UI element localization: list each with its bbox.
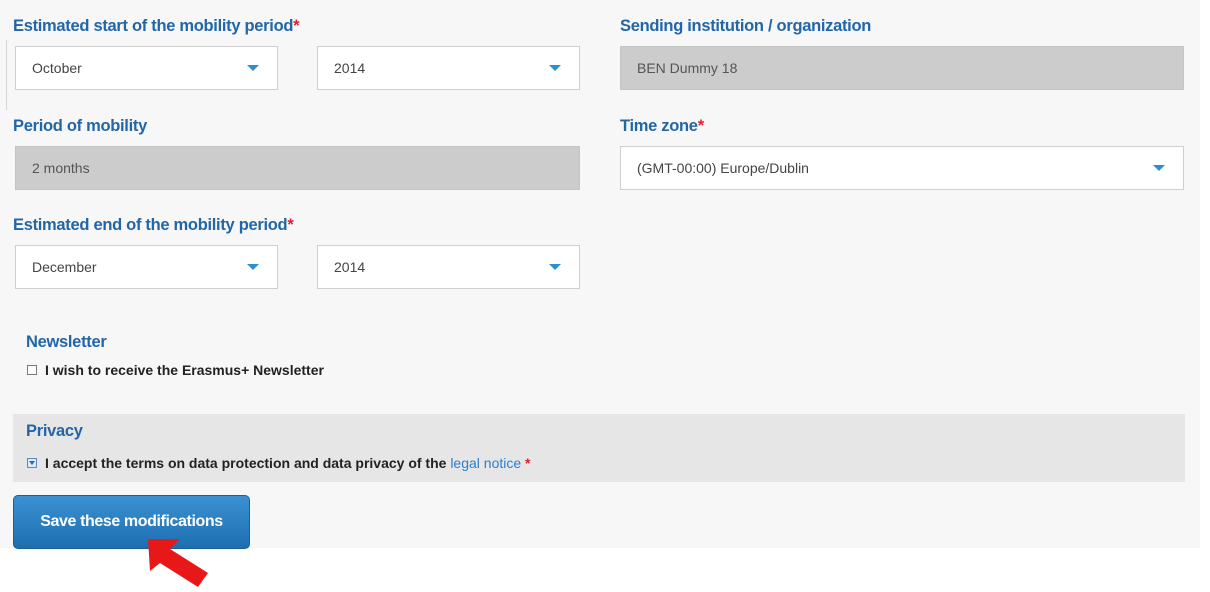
sending-institution-label: Sending institution / organization [620,17,872,35]
sending-institution-value: BEN Dummy 18 [637,60,738,76]
end-month-value: December [32,259,97,275]
required-marker: * [293,17,300,35]
period-field: 2 months [15,146,580,190]
caret-down-icon [549,264,561,270]
timezone-label: Time zone* [620,117,704,135]
newsletter-checkbox-label: I wish to receive the Erasmus+ Newslette… [45,362,324,378]
sending-institution-field: BEN Dummy 18 [620,46,1184,90]
required-marker: * [287,216,294,234]
privacy-title: Privacy [26,422,83,440]
newsletter-checkbox[interactable] [27,365,37,375]
period-label: Period of mobility [13,117,147,135]
save-button[interactable]: Save these modifications [13,495,250,549]
required-marker: * [525,455,531,471]
caret-down-icon [247,264,259,270]
privacy-checkbox[interactable] [27,458,37,468]
divider [6,40,7,110]
timezone-value: (GMT-00:00) Europe/Dublin [637,160,809,176]
newsletter-option: I wish to receive the Erasmus+ Newslette… [27,362,324,378]
end-period-label: Estimated end of the mobility period* [13,216,294,234]
timezone-select[interactable]: (GMT-00:00) Europe/Dublin [620,146,1184,190]
privacy-option: I accept the terms on data protection an… [27,455,530,471]
end-year-select[interactable]: 2014 [317,245,580,289]
start-year-value: 2014 [334,60,366,76]
caret-down-icon [549,65,561,71]
privacy-checkbox-label: I accept the terms on data protection an… [45,455,531,471]
red-arrow-icon [148,539,208,587]
caret-down-icon [247,65,259,71]
required-marker: * [697,117,704,135]
end-year-value: 2014 [334,259,366,275]
start-period-label: Estimated start of the mobility period* [13,17,300,35]
newsletter-title: Newsletter [26,333,107,351]
caret-down-icon [1153,165,1165,171]
start-year-select[interactable]: 2014 [317,46,580,90]
start-month-value: October [32,60,82,76]
end-month-select[interactable]: December [15,245,278,289]
start-month-select[interactable]: October [15,46,278,90]
legal-notice-link[interactable]: legal notice [450,455,521,471]
privacy-section [13,414,1185,482]
period-value: 2 months [32,160,90,176]
